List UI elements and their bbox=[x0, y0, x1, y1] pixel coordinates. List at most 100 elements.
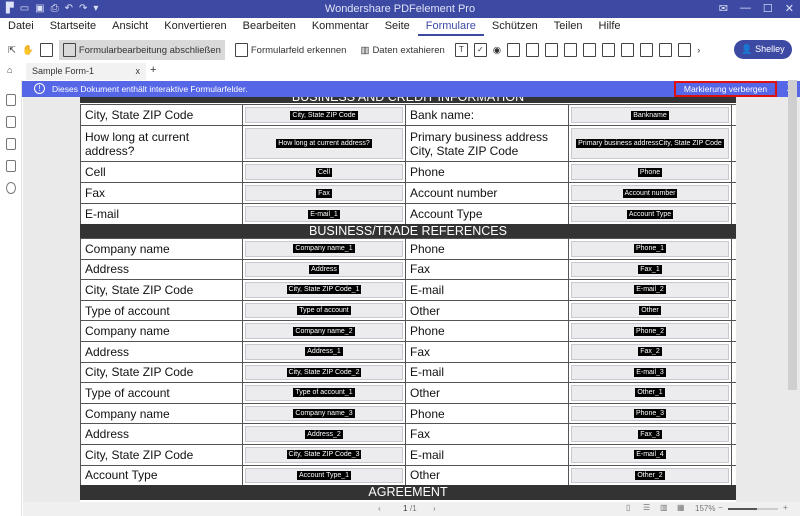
form-field[interactable]: Fax bbox=[243, 183, 406, 203]
extract-data-button[interactable]: ▥ Daten extahieren bbox=[356, 42, 448, 59]
form-field[interactable]: Type of account bbox=[243, 300, 406, 321]
prev-page-button[interactable]: ‹ bbox=[378, 504, 381, 513]
comment-icon[interactable] bbox=[5, 138, 16, 150]
page-number[interactable]: 1 bbox=[403, 504, 407, 513]
form-field[interactable]: Company name_3 bbox=[243, 403, 406, 424]
form-field[interactable]: Other bbox=[569, 300, 732, 321]
form-field[interactable]: Address bbox=[243, 259, 406, 280]
calculate-icon[interactable] bbox=[621, 43, 635, 57]
form-field[interactable]: Address_1 bbox=[243, 342, 406, 362]
signature-icon[interactable] bbox=[583, 43, 597, 57]
form-field[interactable]: E-mail_3 bbox=[569, 362, 732, 383]
zoom-out-button[interactable]: − bbox=[718, 503, 723, 512]
field-name-tag: Account number bbox=[622, 188, 678, 198]
zoom-slider[interactable] bbox=[728, 508, 778, 510]
form-field[interactable]: E-mail_1 bbox=[243, 204, 406, 224]
continuous-icon[interactable]: ☰ bbox=[643, 503, 650, 512]
zoom-level[interactable]: 157% bbox=[695, 504, 715, 513]
hand-icon[interactable]: ✋ bbox=[22, 45, 34, 56]
single-page-icon[interactable]: ▯ bbox=[626, 503, 630, 512]
import-icon[interactable] bbox=[640, 43, 654, 57]
field-label: E-mail bbox=[406, 362, 569, 383]
menu-kommentar[interactable]: Kommentar bbox=[304, 18, 377, 36]
form-field[interactable]: Company name_1 bbox=[243, 239, 406, 259]
search-icon[interactable] bbox=[5, 182, 16, 194]
form-field[interactable]: City, State ZIP Code bbox=[243, 105, 406, 125]
menu-ansicht[interactable]: Ansicht bbox=[104, 18, 156, 36]
form-field[interactable]: Phone bbox=[569, 162, 732, 182]
field-name-tag: How long at current address? bbox=[276, 139, 372, 148]
form-field[interactable]: E-mail_4 bbox=[569, 445, 732, 465]
export-icon[interactable] bbox=[659, 43, 673, 57]
form-field[interactable]: Other_2 bbox=[569, 465, 732, 486]
form-field[interactable]: Account Type_1 bbox=[243, 465, 406, 486]
menu-startseite[interactable]: Startseite bbox=[42, 18, 104, 36]
form-field[interactable]: Phone_2 bbox=[569, 321, 732, 341]
menu-konvertieren[interactable]: Konvertieren bbox=[156, 18, 234, 36]
user-button[interactable]: 👤 Shelley bbox=[734, 40, 792, 59]
radio-button-icon[interactable]: ◉ bbox=[493, 45, 501, 56]
form-field[interactable]: Account number bbox=[569, 183, 732, 203]
field-label: Primary business address City, State ZIP… bbox=[406, 126, 569, 161]
menu-hilfe[interactable]: Hilfe bbox=[591, 18, 629, 36]
field-name-tag: Phone_3 bbox=[633, 409, 667, 419]
form-row: Company name Company name_2 Phone Phone_2 bbox=[80, 320, 736, 341]
form-field[interactable]: Fax_1 bbox=[569, 259, 732, 280]
grid-view-icon[interactable]: ▦ bbox=[677, 503, 685, 512]
menu-bearbeiten[interactable]: Bearbeiten bbox=[235, 18, 304, 36]
image-field-icon[interactable] bbox=[564, 43, 578, 57]
user-icon: 👤 bbox=[741, 44, 756, 54]
zoom-in-button[interactable]: + bbox=[783, 503, 788, 512]
more-icon[interactable]: › bbox=[697, 45, 700, 56]
menu-schützen[interactable]: Schützen bbox=[484, 18, 546, 36]
form-field[interactable]: Other_1 bbox=[569, 383, 732, 403]
new-tab-button[interactable]: + bbox=[150, 64, 156, 76]
bookmark-icon[interactable] bbox=[5, 116, 16, 128]
form-field[interactable]: City, State ZIP Code_2 bbox=[243, 362, 406, 383]
list-box-icon[interactable] bbox=[507, 43, 521, 57]
title-bar: ▛ ▭ ▣ ⎙ ↶ ↷ ▾ Wondershare PDFelement Pro… bbox=[0, 0, 800, 18]
form-field[interactable]: Fax_3 bbox=[569, 424, 732, 444]
form-field[interactable]: City, State ZIP Code_3 bbox=[243, 445, 406, 465]
checkbox-icon[interactable]: ✓ bbox=[473, 43, 487, 57]
select-icon[interactable]: ⇱ bbox=[8, 45, 16, 56]
hide-highlight-button[interactable]: Markierung verbergen bbox=[674, 81, 777, 97]
form-field[interactable]: Primary business addressCity, State ZIP … bbox=[569, 126, 732, 161]
vertical-scrollbar[interactable] bbox=[788, 80, 797, 390]
finish-form-editing-button[interactable]: Formularbearbeitung abschließen bbox=[58, 40, 225, 60]
form-field[interactable]: Company name_2 bbox=[243, 321, 406, 341]
button-icon[interactable] bbox=[545, 43, 559, 57]
two-page-icon[interactable]: ▥ bbox=[660, 503, 668, 512]
form-field[interactable]: Cell bbox=[243, 162, 406, 182]
edit-icon[interactable] bbox=[39, 43, 53, 57]
maximize-button[interactable]: ☐ bbox=[763, 2, 773, 15]
combo-box-icon[interactable] bbox=[526, 43, 540, 57]
mail-icon[interactable]: ✉ bbox=[719, 2, 728, 15]
tab-close-icon[interactable]: x bbox=[136, 66, 141, 76]
recognize-form-button[interactable]: Formularfeld erkennen bbox=[231, 40, 351, 60]
align-icon[interactable] bbox=[602, 43, 616, 57]
minimize-button[interactable]: — bbox=[740, 2, 751, 15]
form-field[interactable]: How long at current address? bbox=[243, 126, 406, 161]
form-field[interactable]: Address_2 bbox=[243, 424, 406, 444]
attachment-icon[interactable] bbox=[5, 160, 16, 172]
clear-icon[interactable] bbox=[678, 43, 692, 57]
menu-teilen[interactable]: Teilen bbox=[546, 18, 591, 36]
menu-seite[interactable]: Seite bbox=[377, 18, 418, 36]
menu-datei[interactable]: Datei bbox=[0, 18, 42, 36]
close-button[interactable]: ✕ bbox=[785, 2, 794, 15]
next-page-button[interactable]: › bbox=[433, 504, 436, 513]
form-field[interactable]: Phone_1 bbox=[569, 239, 732, 259]
form-field[interactable]: Account Type bbox=[569, 204, 732, 224]
form-field[interactable]: Type of account_1 bbox=[243, 383, 406, 403]
menu-formulare[interactable]: Formulare bbox=[417, 18, 484, 36]
text-field-icon[interactable]: T bbox=[454, 43, 468, 57]
form-field[interactable]: City, State ZIP Code_1 bbox=[243, 280, 406, 300]
form-field[interactable]: Fax_2 bbox=[569, 342, 732, 362]
form-field[interactable]: E-mail_2 bbox=[569, 280, 732, 300]
form-field[interactable]: Phone_3 bbox=[569, 403, 732, 424]
tab-sample-form[interactable]: Sample Form-1 x bbox=[26, 63, 146, 80]
thumbnails-icon[interactable] bbox=[5, 94, 16, 106]
form-field[interactable]: Bankname bbox=[569, 105, 732, 125]
home-icon[interactable]: ⌂ bbox=[7, 65, 12, 75]
